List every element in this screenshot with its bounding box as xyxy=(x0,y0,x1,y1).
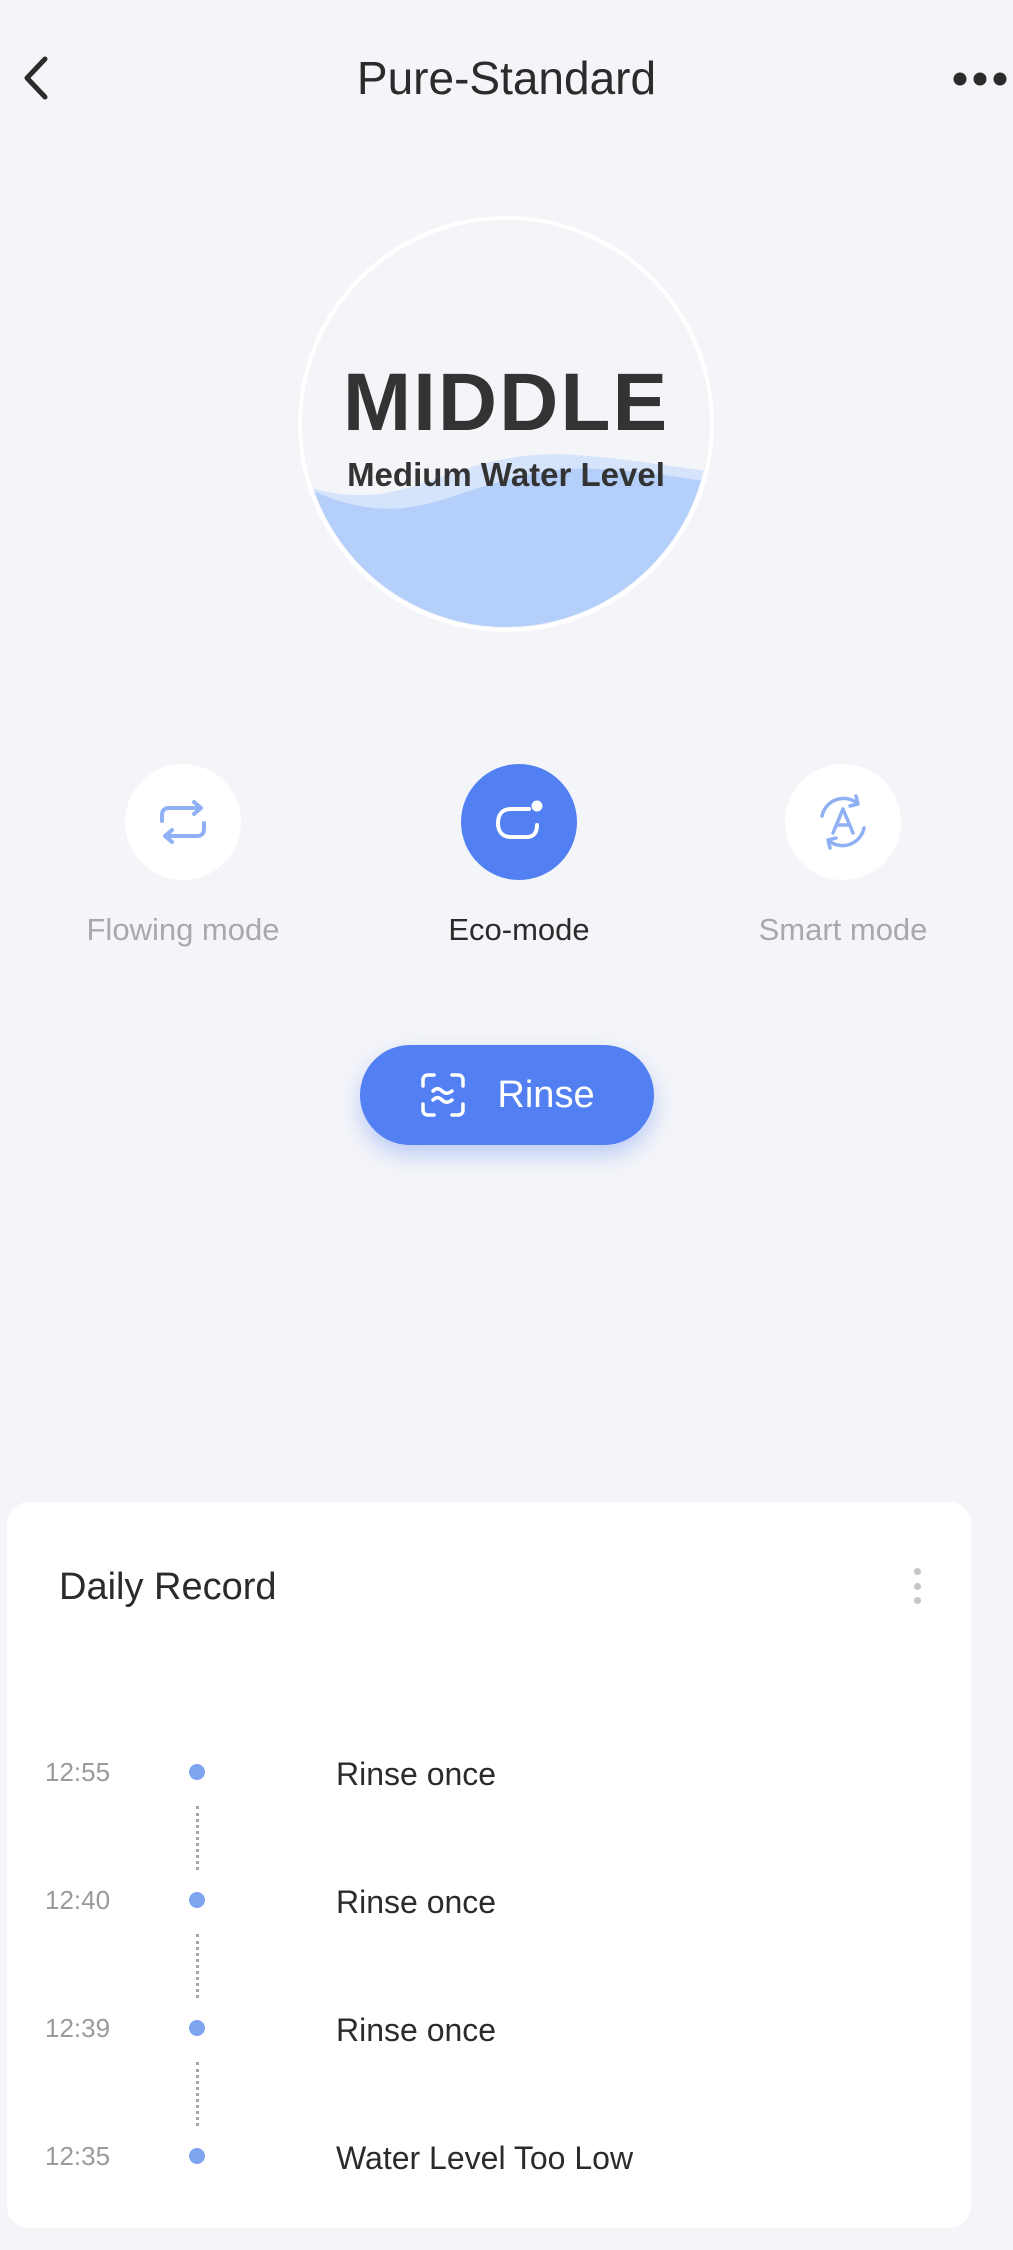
water-level-description: Medium Water Level xyxy=(347,456,665,493)
rinse-button[interactable]: Rinse xyxy=(360,1045,654,1145)
mode-label-flowing: Flowing mode xyxy=(86,912,280,947)
record-time: 12:55 xyxy=(45,1757,111,1787)
chevron-left-icon xyxy=(24,56,48,100)
timeline-dot xyxy=(189,2020,205,2036)
more-options-button[interactable] xyxy=(950,54,1013,104)
more-vertical-icon[interactable] xyxy=(905,1564,929,1608)
flowing-mode-circle xyxy=(125,764,241,880)
smart-mode-circle xyxy=(785,764,901,880)
record-text: Rinse once xyxy=(336,1884,497,1920)
record-entry: 12:55 Rinse once xyxy=(7,1750,971,1810)
daily-record-card: Daily Record 12:55 Rinse once 12:40 Rins… xyxy=(7,1502,971,2228)
auto-a-icon xyxy=(820,794,866,850)
mode-flowing[interactable]: Flowing mode xyxy=(33,764,333,964)
record-time: 12:40 xyxy=(45,1885,111,1915)
mode-label-smart: Smart mode xyxy=(758,912,928,947)
record-text: Rinse once xyxy=(336,2012,497,2048)
record-entry: 12:39 Rinse once xyxy=(7,2006,971,2066)
timeline-connector xyxy=(196,1806,199,1870)
rinse-label: Rinse xyxy=(497,1073,595,1116)
timeline-dot xyxy=(189,2148,205,2164)
back-button[interactable] xyxy=(8,48,64,108)
mode-eco[interactable]: Eco-mode xyxy=(369,764,669,964)
record-entry: 12:40 Rinse once xyxy=(7,1878,971,1938)
timeline-dot xyxy=(189,1892,205,1908)
eco-mode-circle xyxy=(461,764,577,880)
eco-leaf-icon xyxy=(495,800,543,839)
water-level-value: MIDDLE xyxy=(342,357,670,448)
mode-label-eco: Eco-mode xyxy=(448,912,590,947)
timeline-connector xyxy=(196,1934,199,1998)
record-text: Water Level Too Low xyxy=(336,2140,634,2176)
water-wave-icon xyxy=(421,1073,466,1117)
record-time: 12:35 xyxy=(45,2141,111,2171)
daily-record-title: Daily Record xyxy=(59,1566,277,1608)
record-time: 12:39 xyxy=(45,2013,111,2043)
loop-arrows-icon xyxy=(160,800,206,844)
timeline-connector xyxy=(196,2062,199,2126)
timeline-dot xyxy=(189,1764,205,1780)
mode-smart[interactable]: Smart mode xyxy=(693,764,993,964)
more-horizontal-icon xyxy=(953,72,1007,86)
record-text: Rinse once xyxy=(336,1756,497,1792)
water-level-gauge: MIDDLE Medium Water Level xyxy=(298,216,714,632)
page-title: Pure-Standard xyxy=(356,52,657,104)
record-entry: 12:35 Water Level Too Low xyxy=(7,2134,971,2194)
